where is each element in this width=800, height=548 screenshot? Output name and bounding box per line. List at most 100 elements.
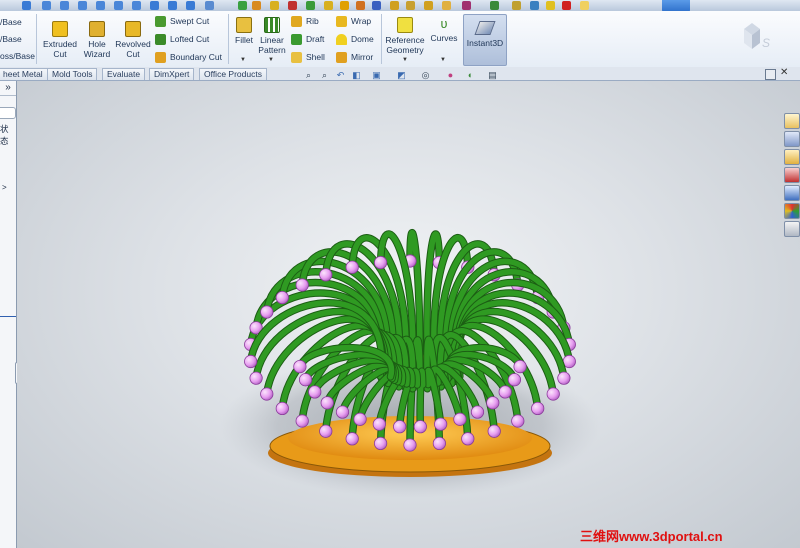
watermark: 三维网www.3dportal.cn: [580, 529, 723, 544]
stem-tip: [275, 401, 289, 416]
shell-icon: [291, 52, 302, 64]
curves-icon: ʋ: [440, 16, 448, 31]
pattern-dropdown-icon[interactable]: ▼: [268, 57, 274, 63]
zoom-to-fit-icon[interactable]: ⌕: [304, 71, 313, 80]
tool-icon[interactable]: [462, 1, 471, 10]
tool-icon[interactable]: [324, 1, 333, 10]
boss-base-item[interactable]: /Base: [0, 17, 22, 27]
view-icon[interactable]: [205, 1, 214, 10]
view-icon[interactable]: [150, 1, 159, 10]
view-icon[interactable]: [60, 1, 69, 10]
home-icon[interactable]: [784, 113, 800, 129]
view-icon[interactable]: [186, 1, 195, 10]
boss-base-item[interactable]: oss/Base: [0, 51, 35, 61]
wrap-label: Wrap: [351, 16, 372, 26]
tool-icon[interactable]: [512, 1, 521, 10]
lofted-cut-label: Lofted Cut: [170, 34, 210, 44]
file-explorer-icon[interactable]: [784, 149, 800, 165]
previous-view-icon[interactable]: ↶: [336, 71, 345, 80]
tool-icon[interactable]: [306, 1, 315, 10]
swept-cut-button[interactable]: Swept Cut: [155, 16, 209, 28]
rotate-icon[interactable]: [22, 1, 31, 10]
tool-icon[interactable]: [340, 1, 349, 10]
view-icon[interactable]: [168, 1, 177, 10]
tool-icon[interactable]: [270, 1, 279, 10]
collapse-panel-button[interactable]: »: [0, 81, 16, 96]
flower-model[interactable]: [17, 81, 800, 548]
fillet-dropdown-icon[interactable]: ▼: [240, 57, 246, 63]
display-style-icon[interactable]: ◩: [397, 71, 406, 80]
tool-icon[interactable]: [490, 1, 499, 10]
restore-icon[interactable]: [765, 69, 776, 80]
reference-geometry-button[interactable]: Reference Geometry: [384, 17, 426, 55]
lofted-cut-button[interactable]: Lofted Cut: [155, 34, 210, 46]
zoom-area-icon[interactable]: ⌕: [320, 71, 329, 80]
instant3d-button[interactable]: Instant3D: [463, 14, 507, 66]
stem-tip: [487, 424, 501, 438]
graphics-area[interactable]: [17, 81, 800, 548]
draft-button[interactable]: Draft: [291, 34, 324, 46]
view-icon[interactable]: [132, 1, 141, 10]
scene-icon[interactable]: ◐: [466, 71, 475, 80]
tool-icon[interactable]: [442, 1, 451, 10]
tool-icon[interactable]: [562, 1, 571, 10]
linear-pattern-button[interactable]: Linear Pattern: [258, 17, 286, 55]
extruded-cut-button[interactable]: Extruded Cut: [40, 21, 80, 59]
swept-cut-icon: [155, 16, 166, 28]
tab-dimxpert[interactable]: DimXpert: [149, 68, 195, 80]
stem-tip: [320, 396, 334, 410]
custom-properties-icon[interactable]: [784, 221, 800, 237]
boundary-cut-button[interactable]: Boundary Cut: [155, 52, 222, 64]
revolved-cut-icon: [125, 21, 141, 37]
rib-button[interactable]: Rib: [291, 16, 319, 28]
tab-mold-tools[interactable]: Mold Tools: [47, 68, 98, 80]
view-orientation-icon[interactable]: ▣: [372, 71, 381, 80]
view-icon[interactable]: [42, 1, 51, 10]
fillet-button[interactable]: Fillet: [232, 17, 256, 45]
tool-icon[interactable]: [372, 1, 381, 10]
tool-icon[interactable]: [390, 1, 399, 10]
search-icon[interactable]: [784, 167, 800, 183]
view-palette-icon[interactable]: [784, 185, 800, 201]
appearance-icon[interactable]: ●: [446, 71, 455, 80]
revolved-cut-button[interactable]: Revolved Cut: [114, 21, 152, 59]
tool-icon[interactable]: [356, 1, 365, 10]
curves-dropdown-icon[interactable]: ▼: [440, 57, 446, 63]
stem-tip: [403, 438, 417, 452]
section-view-icon[interactable]: ◧: [352, 71, 361, 80]
dome-button[interactable]: Dome: [336, 34, 374, 46]
tool-icon[interactable]: [252, 1, 261, 10]
reference-dropdown-icon[interactable]: ▼: [402, 57, 408, 63]
tab-sheet-metal[interactable]: heet Metal: [0, 68, 48, 80]
tool-icon[interactable]: [546, 1, 555, 10]
view-icon[interactable]: [96, 1, 105, 10]
check-icon[interactable]: [238, 1, 247, 10]
view-icon[interactable]: [114, 1, 123, 10]
mirror-button[interactable]: Mirror: [336, 52, 373, 64]
linear-pattern-icon: [264, 17, 280, 33]
wrap-button[interactable]: Wrap: [336, 16, 372, 28]
view-settings-icon[interactable]: ▤: [488, 71, 497, 80]
stem-tip: [298, 373, 313, 387]
curves-button[interactable]: ʋ Curves: [430, 16, 458, 44]
view-icon[interactable]: [78, 1, 87, 10]
tool-icon[interactable]: [580, 1, 589, 10]
appearances-icon[interactable]: [784, 203, 800, 219]
tool-icon[interactable]: [406, 1, 415, 10]
expand-arrow[interactable]: >: [2, 183, 7, 192]
tool-icon[interactable]: [288, 1, 297, 10]
tool-icon[interactable]: [530, 1, 539, 10]
shell-button[interactable]: Shell: [291, 52, 325, 64]
tool-icon[interactable]: [424, 1, 433, 10]
close-icon[interactable]: ✕: [780, 67, 788, 78]
tab-office-products[interactable]: Office Products: [199, 68, 267, 80]
hole-wizard-button[interactable]: Hole Wizard: [82, 21, 112, 59]
stem-tip: [260, 305, 274, 319]
boss-base-item[interactable]: /Base: [0, 34, 22, 44]
hide-show-icon[interactable]: ◎: [421, 71, 430, 80]
mirror-icon: [336, 52, 347, 64]
filter-input[interactable]: [0, 107, 16, 119]
design-library-icon[interactable]: [784, 131, 800, 147]
tab-evaluate[interactable]: Evaluate: [102, 68, 146, 80]
stem-tip: [470, 405, 485, 419]
